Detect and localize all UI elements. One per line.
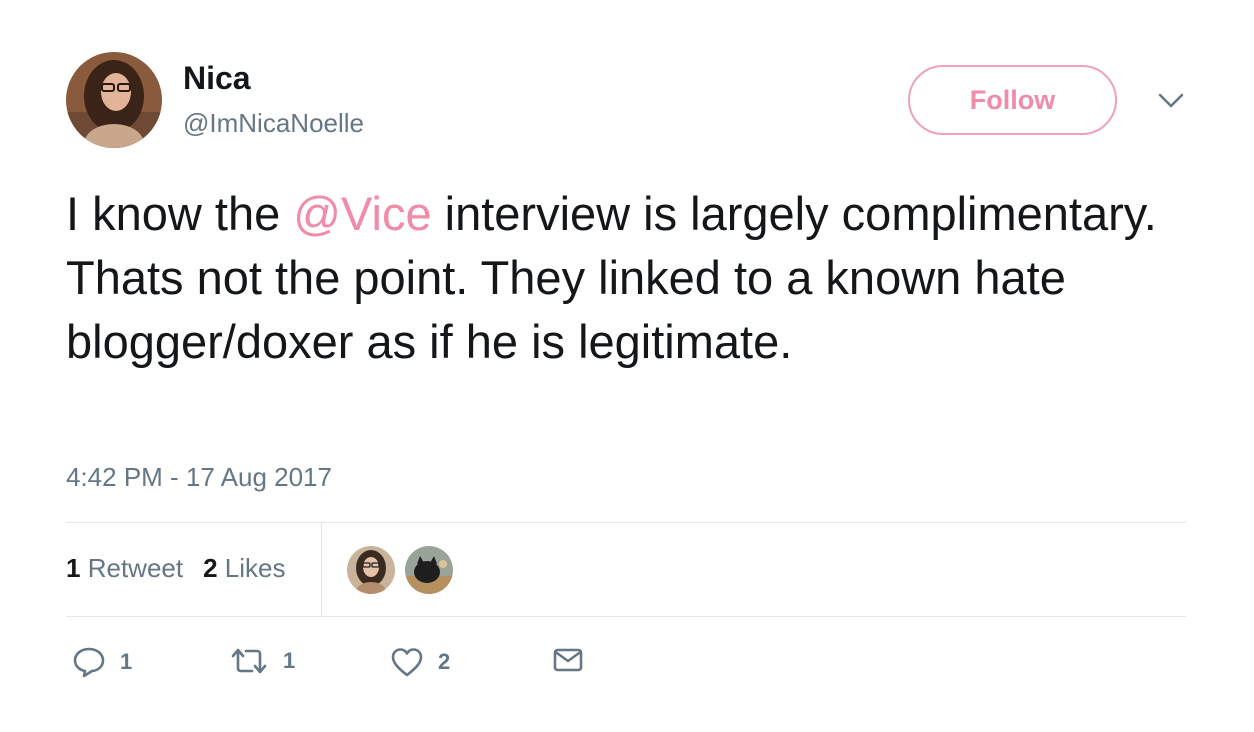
like-button[interactable]: 2	[390, 646, 450, 678]
reply-count: 1	[120, 649, 133, 674]
tweet-stats: 1 Retweet 2 Likes	[66, 553, 286, 584]
user-handle[interactable]: @ImNicaNoelle	[183, 108, 364, 139]
retweets-stat[interactable]: 1 Retweet	[66, 553, 183, 584]
stats-divider	[321, 523, 322, 616]
like-count: 2	[438, 649, 451, 674]
retweet-button[interactable]: 1	[229, 646, 295, 676]
liker-avatar[interactable]	[347, 546, 395, 594]
retweet-count: 1	[283, 648, 296, 673]
timestamp[interactable]: 4:42 PM - 17 Aug 2017	[66, 462, 332, 493]
divider	[66, 616, 1186, 617]
direct-message-button[interactable]	[552, 646, 584, 674]
tweet-text: I know the @Vice interview is largely co…	[66, 182, 1196, 374]
reply-icon	[73, 647, 105, 678]
likes-count: 2	[203, 553, 218, 583]
user-name[interactable]: Nica	[183, 60, 251, 97]
reply-button[interactable]: 1	[72, 646, 132, 678]
likes-stat[interactable]: 2 Likes	[203, 553, 285, 584]
heart-icon	[391, 648, 423, 677]
retweets-label: Retweet	[87, 553, 184, 583]
liker-avatar[interactable]	[405, 546, 453, 594]
avatar[interactable]	[66, 52, 162, 148]
retweet-icon	[231, 648, 267, 674]
mention-link[interactable]: @Vice	[293, 187, 431, 240]
tweet-text-start: I know the	[66, 187, 294, 240]
chevron-down-icon[interactable]	[1156, 88, 1186, 112]
avatar-photo	[66, 52, 162, 148]
follow-button[interactable]: Follow	[908, 65, 1117, 135]
retweets-count: 1	[66, 553, 81, 583]
likes-label: Likes	[224, 553, 286, 583]
envelope-icon	[553, 648, 583, 672]
divider	[66, 522, 1186, 523]
